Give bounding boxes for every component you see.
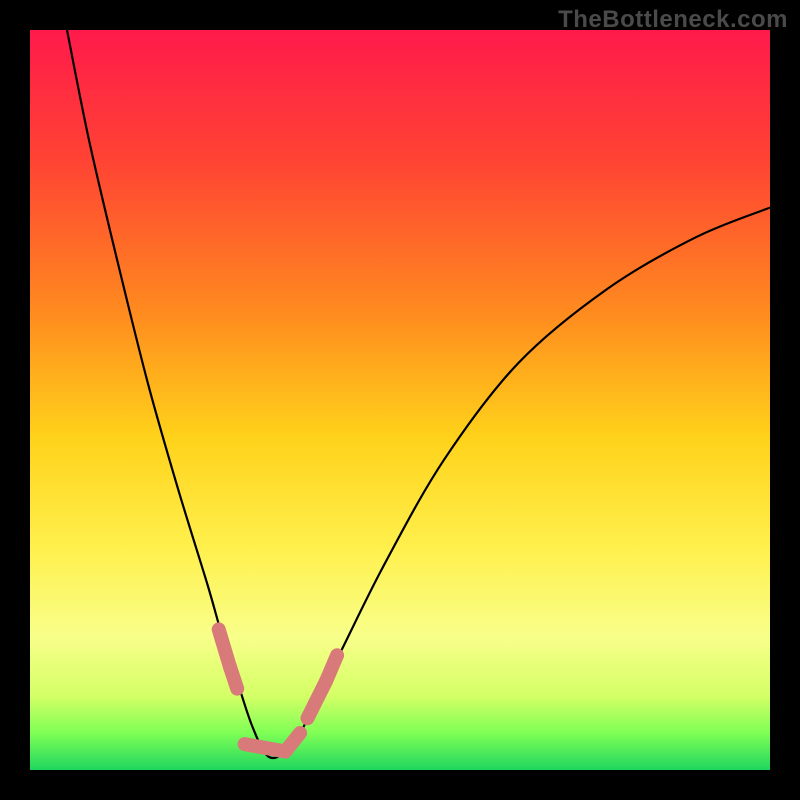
bottleneck-chart xyxy=(30,30,770,770)
plot-area xyxy=(30,30,770,770)
optimal-marker xyxy=(230,666,237,688)
chart-frame: TheBottleneck.com xyxy=(0,0,800,800)
gradient-background xyxy=(30,30,770,770)
watermark-text: TheBottleneck.com xyxy=(558,6,788,34)
